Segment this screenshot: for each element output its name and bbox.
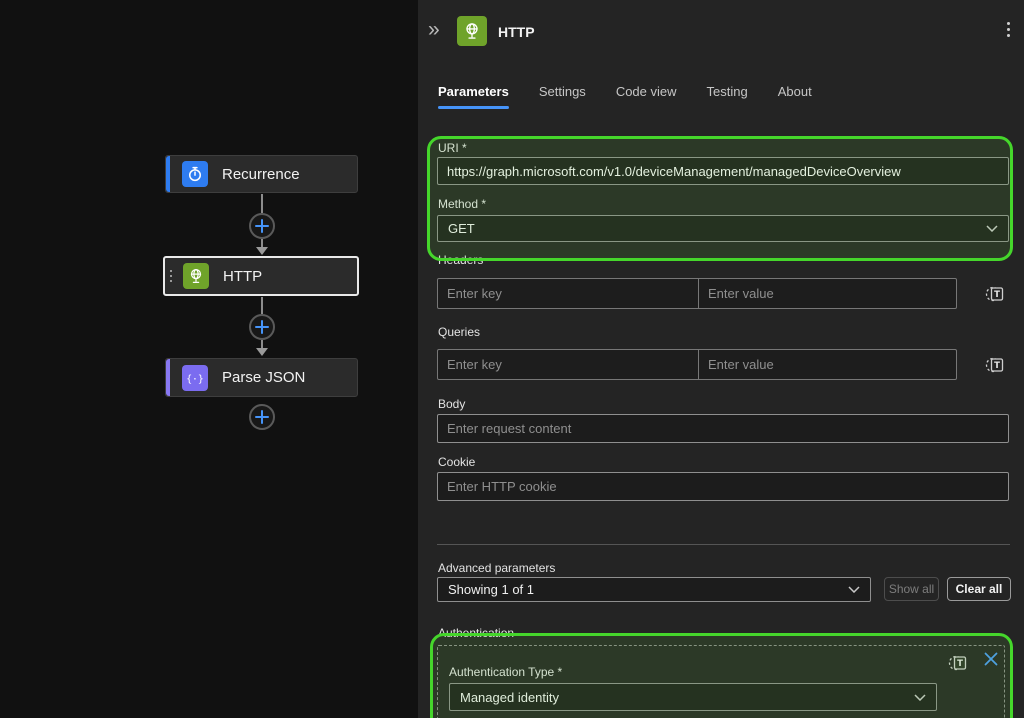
advanced-parameters-label: Advanced parameters bbox=[438, 561, 555, 575]
parse-json-accent-stripe bbox=[166, 359, 170, 396]
connector-line bbox=[261, 239, 263, 247]
method-label: Method * bbox=[438, 197, 486, 211]
recurrence-clock-icon bbox=[182, 161, 208, 187]
connector-arrow bbox=[256, 348, 268, 356]
chevron-down-icon bbox=[986, 225, 998, 232]
headers-label: Headers bbox=[438, 253, 483, 267]
advanced-parameters-dropdown[interactable]: Showing 1 of 1 bbox=[437, 577, 871, 602]
authentication-type-value: Managed identity bbox=[460, 690, 914, 705]
svg-text:T: T bbox=[994, 361, 1000, 371]
connector-arrow bbox=[256, 247, 268, 255]
tab-parameters[interactable]: Parameters bbox=[438, 84, 509, 109]
queries-table bbox=[437, 349, 957, 380]
connector-line bbox=[261, 194, 263, 213]
insert-step-button[interactable] bbox=[249, 213, 275, 239]
node-label: Recurrence bbox=[222, 166, 300, 183]
node-label: HTTP bbox=[223, 268, 262, 285]
text-mode-toggle-icon[interactable]: T bbox=[947, 650, 971, 674]
method-dropdown[interactable]: GET bbox=[437, 215, 1009, 242]
cookie-input[interactable] bbox=[437, 472, 1009, 501]
headers-value-input[interactable] bbox=[708, 286, 947, 301]
parameters-panel: » HTTP Parameters Settings Code view Tes… bbox=[418, 0, 1024, 718]
headers-table bbox=[437, 278, 957, 309]
panel-title: HTTP bbox=[498, 24, 535, 40]
designer-screen: Recurrence HTTP bbox=[0, 0, 1024, 718]
parse-json-icon: {·} bbox=[182, 365, 208, 391]
uri-label: URI * bbox=[438, 141, 467, 155]
http-globe-icon bbox=[183, 263, 209, 289]
node-parse-json[interactable]: {·} Parse JSON bbox=[165, 358, 358, 397]
headers-key-input[interactable] bbox=[447, 286, 689, 301]
body-input[interactable] bbox=[437, 414, 1009, 443]
node-label: Parse JSON bbox=[222, 369, 305, 386]
panel-tabs: Parameters Settings Code view Testing Ab… bbox=[438, 84, 812, 109]
chevron-down-icon bbox=[848, 586, 860, 593]
svg-text:{·}: {·} bbox=[186, 373, 204, 384]
tab-settings[interactable]: Settings bbox=[539, 84, 586, 109]
insert-step-button[interactable] bbox=[249, 404, 275, 430]
show-all-button[interactable]: Show all bbox=[884, 577, 939, 601]
body-label: Body bbox=[438, 397, 465, 411]
more-options-icon[interactable] bbox=[1007, 22, 1010, 37]
http-globe-icon bbox=[457, 16, 487, 46]
chevron-down-icon bbox=[914, 694, 926, 701]
connector-line bbox=[261, 340, 263, 348]
insert-step-button[interactable] bbox=[249, 314, 275, 340]
workflow-canvas[interactable]: Recurrence HTTP bbox=[0, 0, 418, 718]
advanced-parameters-summary: Showing 1 of 1 bbox=[448, 582, 848, 597]
tab-testing[interactable]: Testing bbox=[707, 84, 748, 109]
node-http[interactable]: HTTP bbox=[163, 256, 359, 296]
queries-key-input[interactable] bbox=[447, 357, 689, 372]
authentication-type-dropdown[interactable]: Managed identity bbox=[449, 683, 937, 711]
drag-handle-icon[interactable] bbox=[170, 270, 172, 282]
collapse-panel-icon[interactable]: » bbox=[428, 18, 440, 42]
authentication-type-label: Authentication Type * bbox=[449, 665, 562, 679]
text-mode-toggle-icon[interactable]: T bbox=[984, 352, 1008, 376]
tab-code-view[interactable]: Code view bbox=[616, 84, 677, 109]
remove-authentication-icon[interactable] bbox=[983, 651, 1001, 669]
connector-line bbox=[261, 297, 263, 314]
authentication-label: Authentication bbox=[438, 626, 514, 640]
clear-all-button[interactable]: Clear all bbox=[947, 577, 1011, 601]
method-value: GET bbox=[448, 221, 986, 236]
cookie-label: Cookie bbox=[438, 455, 475, 469]
svg-text:T: T bbox=[994, 290, 1000, 300]
node-recurrence[interactable]: Recurrence bbox=[165, 155, 358, 193]
queries-value-input[interactable] bbox=[708, 357, 947, 372]
svg-text:T: T bbox=[957, 659, 963, 669]
tab-about[interactable]: About bbox=[778, 84, 812, 109]
section-divider bbox=[437, 544, 1010, 545]
uri-input[interactable] bbox=[437, 157, 1009, 185]
queries-label: Queries bbox=[438, 325, 480, 339]
recurrence-accent-stripe bbox=[166, 156, 170, 192]
text-mode-toggle-icon[interactable]: T bbox=[984, 281, 1008, 305]
